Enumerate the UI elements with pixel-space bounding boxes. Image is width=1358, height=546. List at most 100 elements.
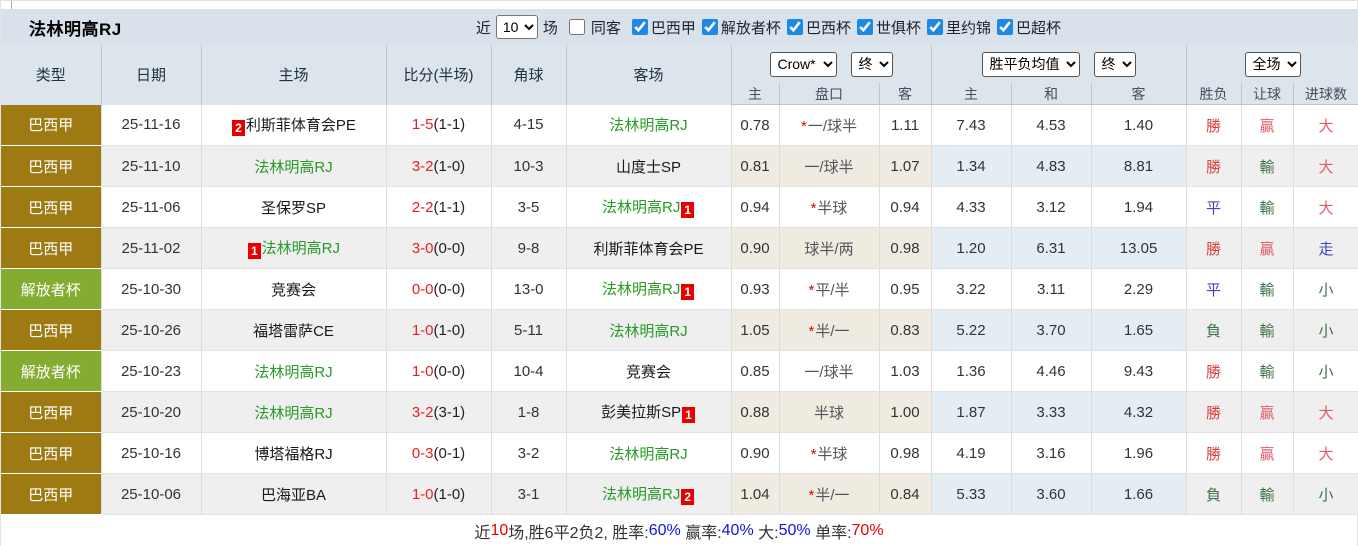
red-card-badge: 1 <box>247 243 261 259</box>
summary-segment: 赢率: <box>680 525 722 542</box>
avg-odds-select[interactable]: 胜平负均值 <box>981 51 1080 77</box>
match-count-select[interactable]: 10 <box>495 15 538 39</box>
score-half: (0-0) <box>433 239 466 257</box>
league-filter-6[interactable]: 巴超杯 <box>991 17 1061 38</box>
scope-select[interactable]: 全场 <box>1244 51 1301 77</box>
league-checkbox[interactable] <box>926 19 943 35</box>
result-outcome: 勝 <box>1186 432 1242 474</box>
team-name: 法林明高RJ <box>261 240 341 257</box>
crow-away-odds: 0.98 <box>879 227 932 269</box>
crow-home-odds: 0.78 <box>731 104 780 146</box>
avg-select-cell: 胜平负均值 终 <box>931 45 1187 83</box>
bookmaker-time-select[interactable]: 终 <box>850 51 893 77</box>
home-team-cell: 竞赛会 <box>201 268 387 310</box>
filter-controls: 近 10 场 同客 巴西甲 解放者杯 巴西杯 世俱杯 里约锦 巴超杯 <box>476 15 1061 39</box>
handicap-text: 平/半 <box>815 281 850 299</box>
score-main: 1-0 <box>411 321 434 339</box>
league-filter-3[interactable]: 巴西杯 <box>781 17 851 38</box>
league-filter-4[interactable]: 世俱杯 <box>851 17 921 38</box>
summary-segment: 场,胜6平2负2, 胜率: <box>508 525 649 542</box>
score-cell: 1-0(0-0) <box>386 350 492 392</box>
score-half: (1-0) <box>433 321 466 339</box>
crow-away-odds: 1.00 <box>879 391 932 433</box>
avg-away-odds: 2.29 <box>1091 268 1187 310</box>
avg-away-odds: 1.96 <box>1091 432 1187 474</box>
score-main: 1-5 <box>411 116 434 134</box>
league-checkbox[interactable] <box>631 19 648 35</box>
away-team-cell: 法林明高RJ <box>566 104 732 146</box>
summary-segment: 70% <box>851 522 884 539</box>
near-label: 近 <box>475 19 491 37</box>
result-goals: 走 <box>1293 227 1358 269</box>
summary-segment: 单率: <box>810 525 852 542</box>
title-bar: 法林明高RJ 近 10 场 同客 巴西甲 解放者杯 巴西杯 世俱杯 里约锦 巴超杯 <box>1 9 1357 45</box>
handicap-cell: *半/一 <box>779 473 880 515</box>
avg-away-odds: 1.65 <box>1091 309 1187 351</box>
summary-bar: 近 10 场,胜6平2负2, 胜率: 60% 赢率: 40% 大: 50% 单率: 70% <box>1 515 1357 546</box>
result-goals: 大 <box>1293 186 1358 228</box>
crow-away-odds: 1.07 <box>879 145 932 187</box>
result-goals: 大 <box>1293 432 1358 474</box>
crow-away-odds: 0.83 <box>879 309 932 351</box>
avg-away-odds: 1.94 <box>1091 186 1187 228</box>
handicap-text: 球半/两 <box>804 240 854 258</box>
league-checkbox[interactable] <box>996 19 1013 35</box>
crow-away-odds: 0.95 <box>879 268 932 310</box>
league-filter-2[interactable]: 解放者杯 <box>696 17 781 38</box>
avg-away-odds: 4.32 <box>1091 391 1187 433</box>
league-checkbox[interactable] <box>701 19 718 35</box>
date-cell: 25-11-02 <box>101 227 202 269</box>
handicap-text: 半球 <box>817 199 848 217</box>
league-filter-5[interactable]: 里约锦 <box>921 17 991 38</box>
team-name: 福塔雷萨CE <box>253 322 334 340</box>
avg-home-odds: 1.34 <box>931 145 1012 187</box>
crow-home-odds: 0.93 <box>731 268 780 310</box>
bookmaker-select[interactable]: Crow* <box>769 51 837 77</box>
score-main: 3-2 <box>411 403 434 421</box>
avg-away-odds: 8.81 <box>1091 145 1187 187</box>
away-team-cell: 法林明高RJ 2 <box>566 473 732 515</box>
summary-segment: 60% <box>648 522 681 539</box>
team-name: 利斯菲体育会PE <box>593 240 704 258</box>
crow-home-odds: 0.81 <box>731 145 780 187</box>
away-team-cell: 山度士SP <box>566 145 732 187</box>
avg-away-odds: 9.43 <box>1091 350 1187 392</box>
score-main: 2-2 <box>411 198 434 216</box>
league-checkbox[interactable] <box>786 19 803 35</box>
handicap-star: * <box>808 281 815 299</box>
league-filters: 巴西甲 解放者杯 巴西杯 世俱杯 里约锦 巴超杯 <box>626 17 1061 38</box>
crow-home-odds: 0.85 <box>731 350 780 392</box>
team-name: 法林明高RJ <box>609 117 688 135</box>
sub-header-handicap-result: 让球 <box>1241 83 1294 105</box>
same-away-checkbox[interactable] <box>568 19 585 35</box>
summary-segment: 10 <box>490 522 509 539</box>
result-handicap: 贏 <box>1241 104 1294 146</box>
crow-away-odds: 0.94 <box>879 186 932 228</box>
handicap-cell: *半球 <box>779 432 880 474</box>
score-cell: 1-0(1-0) <box>386 309 492 351</box>
handicap-cell: *一/球半 <box>779 104 880 146</box>
crow-home-odds: 1.05 <box>731 309 780 351</box>
red-card-badge: 1 <box>681 202 695 218</box>
team-name: 巴海亚BA <box>260 486 326 504</box>
result-outcome: 勝 <box>1186 350 1242 392</box>
result-goals: 小 <box>1293 268 1358 310</box>
team-name: 法林明高RJ <box>254 404 333 422</box>
league-filter-1[interactable]: 巴西甲 <box>626 17 696 38</box>
handicap-text: 一/球半 <box>807 117 857 135</box>
col-header-date: 日期 <box>101 45 202 105</box>
home-team-cell: 福塔雷萨CE <box>201 309 387 351</box>
avg-draw-odds: 3.12 <box>1011 186 1092 228</box>
result-handicap: 輸 <box>1241 309 1294 351</box>
col-header-score: 比分(半场) <box>386 45 492 105</box>
avg-time-select[interactable]: 终 <box>1093 51 1136 77</box>
crow-home-odds: 0.90 <box>731 432 780 474</box>
score-cell: 1-5(1-1) <box>386 104 492 146</box>
summary-segment: 近 <box>474 525 491 542</box>
score-cell: 2-2(1-1) <box>386 186 492 228</box>
summary-segment: 40% <box>721 522 754 539</box>
avg-away-odds: 1.66 <box>1091 473 1187 515</box>
away-team-cell: 法林明高RJ <box>566 309 732 351</box>
league-cell: 巴西甲 <box>1 104 102 146</box>
league-checkbox[interactable] <box>856 19 873 35</box>
